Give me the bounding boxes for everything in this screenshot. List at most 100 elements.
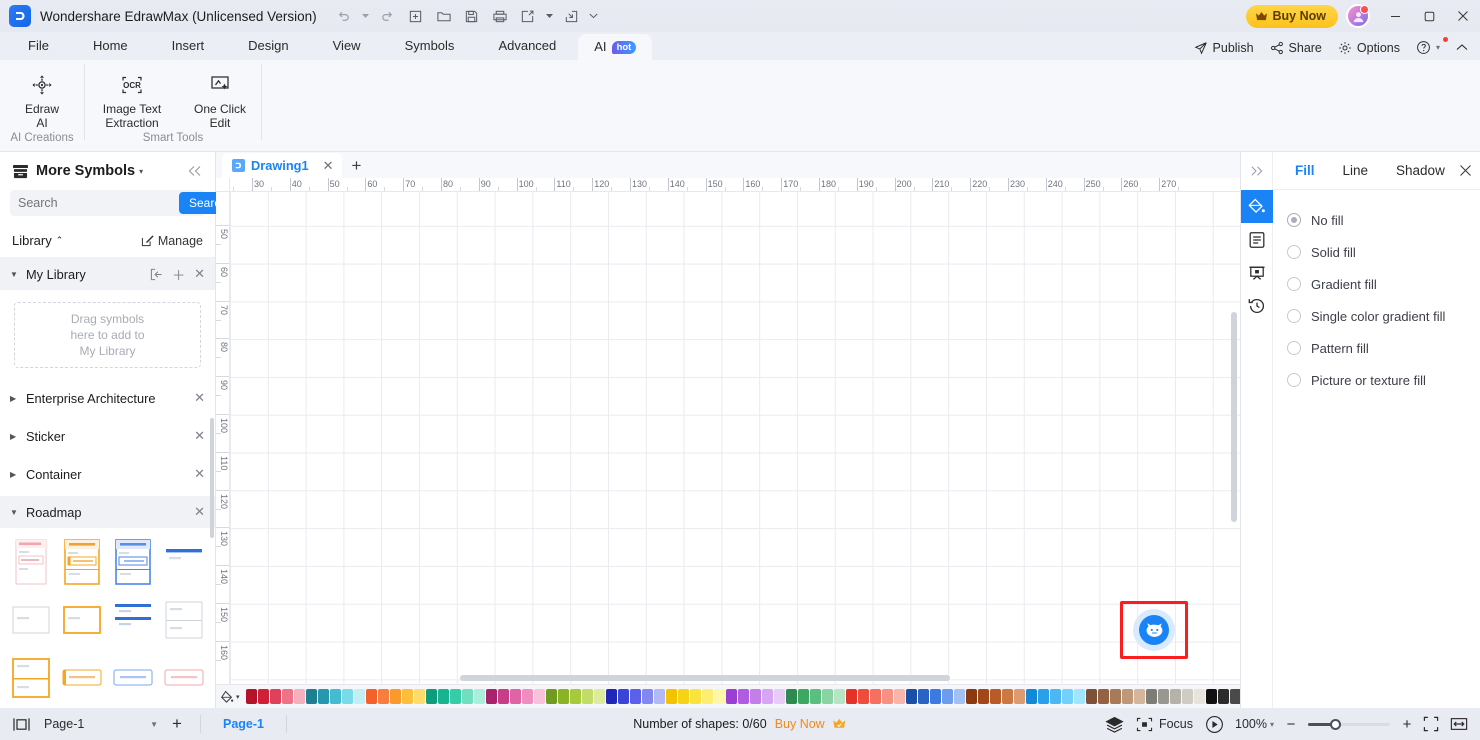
open-button[interactable] bbox=[431, 4, 457, 28]
symbol-thumb[interactable] bbox=[59, 538, 106, 586]
color-swatch[interactable] bbox=[762, 689, 773, 704]
color-swatch[interactable] bbox=[282, 689, 293, 704]
color-swatch[interactable] bbox=[810, 689, 821, 704]
menu-file[interactable]: File bbox=[6, 32, 71, 60]
tab-fill[interactable]: Fill bbox=[1281, 152, 1329, 190]
color-swatch[interactable] bbox=[342, 689, 353, 704]
color-swatch[interactable] bbox=[1074, 689, 1085, 704]
history-rail-icon[interactable] bbox=[1241, 289, 1273, 322]
color-swatch[interactable] bbox=[750, 689, 761, 704]
close-enterprise-architecture-icon[interactable]: ✕ bbox=[194, 390, 205, 406]
color-swatch[interactable] bbox=[930, 689, 941, 704]
maximize-button[interactable] bbox=[1412, 0, 1446, 32]
page-tab-page-1[interactable]: Page-1 bbox=[211, 717, 276, 731]
symbol-thumb[interactable] bbox=[110, 654, 157, 702]
user-avatar[interactable] bbox=[1346, 4, 1370, 28]
color-swatch[interactable] bbox=[1122, 689, 1133, 704]
color-swatch[interactable] bbox=[606, 689, 617, 704]
add-page-button[interactable]: + bbox=[164, 712, 190, 736]
library-scrollbar[interactable] bbox=[210, 418, 214, 538]
library-section-roadmap[interactable]: ▼ Roadmap ✕ bbox=[0, 496, 215, 528]
color-swatch[interactable] bbox=[1086, 689, 1097, 704]
document-rail-icon[interactable] bbox=[1241, 223, 1273, 256]
library-section-container[interactable]: ▶ Container ✕ bbox=[0, 458, 215, 490]
color-swatch[interactable] bbox=[822, 689, 833, 704]
color-swatch[interactable] bbox=[510, 689, 521, 704]
color-swatch[interactable] bbox=[1218, 689, 1229, 704]
color-swatch[interactable] bbox=[294, 689, 305, 704]
color-swatch[interactable] bbox=[666, 689, 677, 704]
buy-now-button[interactable]: Buy Now bbox=[1245, 4, 1338, 28]
color-swatch[interactable] bbox=[798, 689, 809, 704]
symbol-thumb[interactable] bbox=[110, 596, 157, 644]
share-quick-button[interactable] bbox=[559, 4, 585, 28]
color-swatch[interactable] bbox=[1050, 689, 1061, 704]
canvas-horizontal-scrollbar[interactable] bbox=[460, 675, 950, 681]
menu-insert[interactable]: Insert bbox=[150, 32, 227, 60]
color-swatch[interactable] bbox=[1014, 689, 1025, 704]
radio-picture-or-texture-fill[interactable]: Picture or texture fill bbox=[1287, 364, 1480, 396]
color-swatch[interactable] bbox=[558, 689, 569, 704]
color-swatch[interactable] bbox=[414, 689, 425, 704]
color-swatch[interactable] bbox=[402, 689, 413, 704]
symbol-thumb[interactable] bbox=[160, 596, 207, 644]
color-swatch[interactable] bbox=[882, 689, 893, 704]
library-section-enterprise-architecture[interactable]: ▶ Enterprise Architecture ✕ bbox=[0, 382, 215, 414]
radio-single-color-gradient-fill[interactable]: Single color gradient fill bbox=[1287, 300, 1480, 332]
presentation-rail-icon[interactable] bbox=[1241, 256, 1273, 289]
color-swatch[interactable] bbox=[1134, 689, 1145, 704]
close-button[interactable] bbox=[1446, 0, 1480, 32]
menu-home[interactable]: Home bbox=[71, 32, 150, 60]
color-swatch[interactable] bbox=[270, 689, 281, 704]
radio-gradient-fill[interactable]: Gradient fill bbox=[1287, 268, 1480, 300]
color-swatch[interactable] bbox=[966, 689, 977, 704]
menu-view[interactable]: View bbox=[311, 32, 383, 60]
ai-assistant-button[interactable] bbox=[1133, 609, 1175, 651]
tab-line[interactable]: Line bbox=[1329, 152, 1383, 190]
print-button[interactable] bbox=[487, 4, 513, 28]
color-swatch[interactable] bbox=[1194, 689, 1205, 704]
close-tab-icon[interactable]: ✕ bbox=[323, 158, 334, 174]
color-swatch[interactable] bbox=[1206, 689, 1217, 704]
page-layout-icon[interactable] bbox=[8, 712, 34, 736]
color-swatch[interactable] bbox=[714, 689, 725, 704]
symbol-thumb[interactable] bbox=[160, 654, 207, 702]
symbol-thumb[interactable] bbox=[160, 538, 207, 586]
presentation-play-button[interactable] bbox=[1201, 712, 1227, 736]
color-swatch[interactable] bbox=[1026, 689, 1037, 704]
symbol-thumb[interactable] bbox=[110, 538, 157, 586]
color-swatch[interactable] bbox=[726, 689, 737, 704]
color-swatch[interactable] bbox=[438, 689, 449, 704]
color-swatch[interactable] bbox=[618, 689, 629, 704]
library-label-group[interactable]: Library ⌃ bbox=[12, 233, 63, 248]
search-input[interactable] bbox=[18, 196, 179, 210]
color-swatch[interactable] bbox=[522, 689, 533, 704]
zoom-dropdown-icon[interactable]: ▾ bbox=[1270, 720, 1274, 729]
color-swatch[interactable] bbox=[354, 689, 365, 704]
page-selector[interactable]: Page-1 ▼ bbox=[34, 717, 164, 731]
symbol-thumb[interactable] bbox=[59, 654, 106, 702]
menu-design[interactable]: Design bbox=[226, 32, 310, 60]
edraw-ai-button[interactable]: Edraw AI bbox=[0, 66, 84, 130]
color-swatch[interactable] bbox=[498, 689, 509, 704]
symbol-thumb[interactable] bbox=[8, 596, 55, 644]
color-swatch[interactable] bbox=[654, 689, 665, 704]
horizontal-ruler-track[interactable]: 30 40 50 60 70 80 90 100 110 120 130 140 150 160 170 18… bbox=[230, 178, 1240, 191]
zoom-slider-track[interactable] bbox=[1308, 718, 1390, 730]
color-swatch[interactable] bbox=[1146, 689, 1157, 704]
color-swatch[interactable] bbox=[486, 689, 497, 704]
color-picker-button[interactable]: ▾ bbox=[220, 690, 246, 704]
redo-button[interactable] bbox=[375, 4, 401, 28]
import-library-icon[interactable] bbox=[150, 268, 163, 281]
symbol-search-box[interactable]: Search bbox=[10, 190, 238, 216]
export-dropdown-icon[interactable] bbox=[543, 4, 557, 28]
minimize-button[interactable] bbox=[1378, 0, 1412, 32]
close-format-panel-button[interactable] bbox=[1459, 164, 1474, 177]
color-swatch[interactable] bbox=[942, 689, 953, 704]
color-swatch[interactable] bbox=[246, 689, 257, 704]
color-swatch[interactable] bbox=[690, 689, 701, 704]
close-library-icon[interactable]: ✕ bbox=[194, 266, 205, 282]
radio-solid-fill[interactable]: Solid fill bbox=[1287, 236, 1480, 268]
color-swatch[interactable] bbox=[534, 689, 545, 704]
color-swatch[interactable] bbox=[990, 689, 1001, 704]
